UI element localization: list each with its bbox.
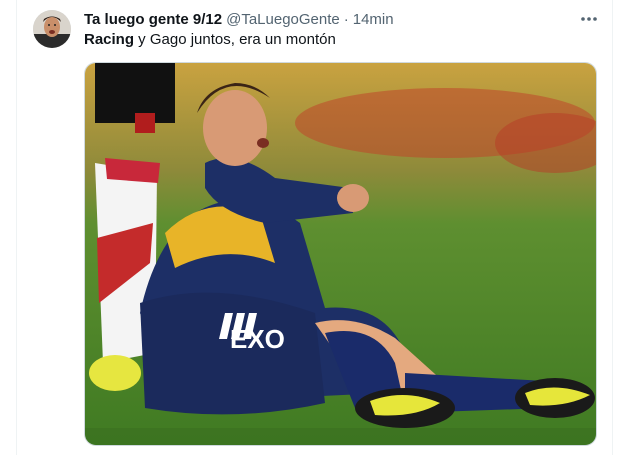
photo-footballer-on-grass: EXO: [85, 63, 596, 445]
more-horizontal-icon: [581, 17, 597, 21]
avatar-image: [33, 10, 71, 48]
user-handle[interactable]: @TaLuegoGente: [226, 11, 340, 28]
avatar[interactable]: [33, 10, 71, 48]
tweet-text-bold: Racing: [84, 31, 135, 48]
display-name[interactable]: Ta luego gente 9/12: [84, 11, 222, 28]
separator-dot: ·: [343, 10, 349, 28]
timestamp[interactable]: 14min: [353, 11, 394, 28]
tweet-text: Racing y Gago juntos, era un montón: [84, 31, 336, 48]
tweet-text-rest: y Gago juntos, era un montón: [134, 31, 336, 48]
tweet-photo[interactable]: EXO: [84, 62, 597, 446]
tweet-header: Ta luego gente 9/12 @TaLuegoGente · 14mi…: [84, 10, 394, 28]
tweet[interactable]: Ta luego gente 9/12 @TaLuegoGente · 14mi…: [0, 0, 628, 455]
more-options-button[interactable]: [578, 10, 600, 28]
